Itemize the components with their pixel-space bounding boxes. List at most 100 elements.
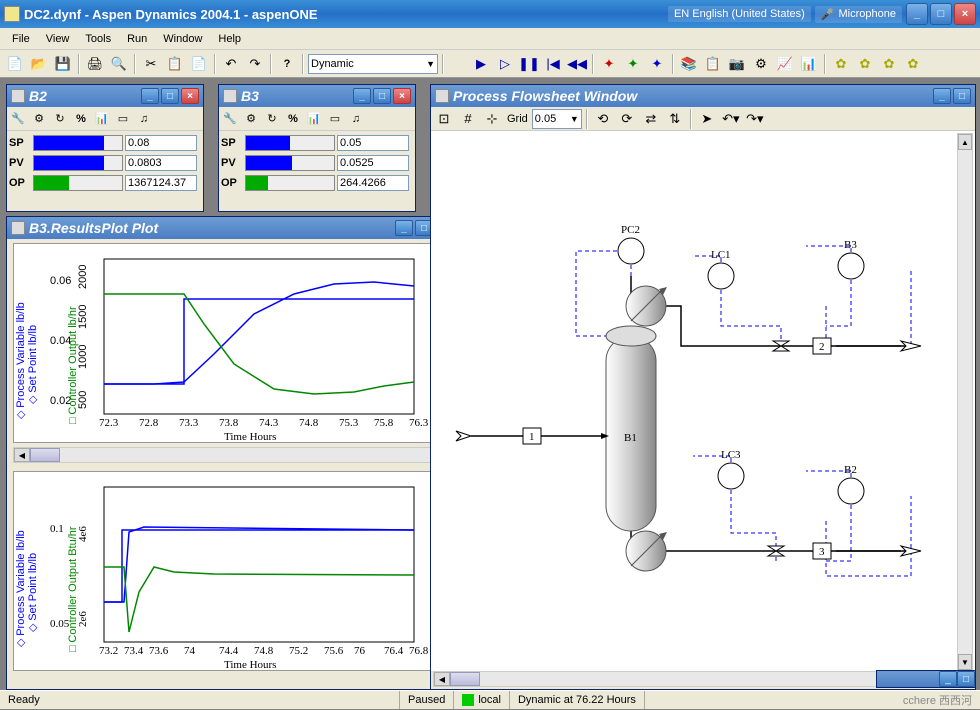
menu-view[interactable]: View: [38, 31, 78, 47]
minimize-button[interactable]: _: [906, 3, 928, 25]
grid-size-combo[interactable]: 0.05 ▼: [532, 109, 582, 129]
select-tool[interactable]: ⊡: [433, 108, 455, 130]
tune-button[interactable]: 🔧: [8, 109, 28, 129]
chart-button[interactable]: 📊: [798, 53, 820, 75]
music-button[interactable]: ♫: [134, 109, 154, 129]
open-button[interactable]: 📂: [28, 53, 50, 75]
undo-tool[interactable]: ↶▾: [720, 108, 742, 130]
op-bar[interactable]: [33, 175, 123, 191]
sp-value[interactable]: 0.08: [125, 135, 197, 151]
b3-close-button[interactable]: ×: [393, 88, 411, 104]
pause-button[interactable]: ❚❚: [518, 53, 540, 75]
feed-arrow-icon[interactable]: [456, 431, 471, 441]
menu-window[interactable]: Window: [155, 31, 210, 47]
lc3-controller[interactable]: [718, 463, 744, 489]
flowsheet-maximize-button[interactable]: □: [953, 88, 971, 104]
plot-titlebar[interactable]: B3.ResultsPlot Plot _ □ ×: [7, 217, 457, 239]
b2-controller[interactable]: [838, 478, 864, 504]
step-button[interactable]: ▷: [494, 53, 516, 75]
scroll-thumb[interactable]: [30, 448, 60, 462]
scroll-thumb[interactable]: [450, 672, 480, 686]
tool-button-4[interactable]: ⚙: [750, 53, 772, 75]
tool-button-3[interactable]: ✦: [646, 53, 668, 75]
flowsheet-minimize-button[interactable]: _: [933, 88, 951, 104]
tool-button-5[interactable]: ✿: [830, 53, 852, 75]
tool-button-2[interactable]: ✦: [622, 53, 644, 75]
scroll-left-icon[interactable]: ◀: [434, 672, 450, 686]
print-preview-button[interactable]: 🔍: [108, 53, 130, 75]
pointer-tool[interactable]: ➤: [696, 108, 718, 130]
close-button[interactable]: ×: [954, 3, 976, 25]
flip-h-button[interactable]: ⇄: [640, 108, 662, 130]
messages-button[interactable]: 📋: [702, 53, 724, 75]
print-button[interactable]: 🖨: [84, 53, 106, 75]
config-button[interactable]: ⚙: [29, 109, 49, 129]
menu-run[interactable]: Run: [119, 31, 155, 47]
sp-bar[interactable]: [33, 135, 123, 151]
rotate-right-button[interactable]: ⟳: [616, 108, 638, 130]
scroll-left-icon[interactable]: ◀: [14, 448, 30, 462]
rewind-start-button[interactable]: |◀: [542, 53, 564, 75]
grid-tool[interactable]: #: [457, 108, 479, 130]
column-b1-block[interactable]: [606, 326, 656, 531]
music-button[interactable]: ♫: [346, 109, 366, 129]
flowsheet-vscroll[interactable]: ▲ ▼: [957, 133, 973, 671]
save-button[interactable]: 💾: [52, 53, 74, 75]
run-button[interactable]: ▶: [470, 53, 492, 75]
undo-button[interactable]: ↶: [220, 53, 242, 75]
redo-tool[interactable]: ↷▾: [744, 108, 766, 130]
language-indicator[interactable]: EN English (United States): [668, 6, 811, 22]
plot-button[interactable]: 📈: [774, 53, 796, 75]
flowsheet-canvas[interactable]: 1 2 3: [431, 131, 975, 671]
auto-button[interactable]: ↻: [262, 109, 282, 129]
op-value[interactable]: 1367124.37: [125, 175, 197, 191]
whatsthis-button[interactable]: ?: [276, 53, 298, 75]
copy-button[interactable]: 📋: [164, 53, 186, 75]
tool-button-6[interactable]: ✿: [854, 53, 876, 75]
faceplate-button[interactable]: ▭: [325, 109, 345, 129]
menu-help[interactable]: Help: [210, 31, 249, 47]
scroll-down-icon[interactable]: ▼: [958, 654, 972, 670]
redo-button[interactable]: ↷: [244, 53, 266, 75]
flip-v-button[interactable]: ⇅: [664, 108, 686, 130]
run-mode-combo[interactable]: Dynamic ▼: [308, 54, 438, 74]
cut-button[interactable]: ✂: [140, 53, 162, 75]
paste-button[interactable]: 📄: [188, 53, 210, 75]
config-button[interactable]: ⚙: [241, 109, 261, 129]
tool-button-1[interactable]: ✦: [598, 53, 620, 75]
sp-bar[interactable]: [245, 135, 335, 151]
percent-button[interactable]: %: [283, 109, 303, 129]
snap-tool[interactable]: ⊹: [481, 108, 503, 130]
new-button[interactable]: 📄: [4, 53, 26, 75]
snapshot-button[interactable]: 📷: [726, 53, 748, 75]
auto-button[interactable]: ↻: [50, 109, 70, 129]
tune-button[interactable]: 🔧: [220, 109, 240, 129]
lc1-controller[interactable]: [708, 263, 734, 289]
b2-titlebar[interactable]: B2 _ □ ×: [7, 85, 203, 107]
b3-minimize-button[interactable]: _: [353, 88, 371, 104]
upper-plot[interactable]: ◇ Process Variable lb/lb ◇ Set Point lb/…: [13, 243, 433, 443]
b3-controller[interactable]: [838, 253, 864, 279]
pc2-controller[interactable]: [618, 238, 644, 264]
b2-close-button[interactable]: ×: [181, 88, 199, 104]
op-value[interactable]: 264.4266: [337, 175, 409, 191]
tool-button-8[interactable]: ✿: [902, 53, 924, 75]
restore-button[interactable]: _: [939, 671, 957, 687]
plot-minimize-button[interactable]: _: [395, 220, 413, 236]
faceplate-button[interactable]: ▭: [113, 109, 133, 129]
tool-button-7[interactable]: ✿: [878, 53, 900, 75]
lower-plot[interactable]: ◇ Process Variable lb/lb ◇ Set Point lb/…: [13, 471, 433, 671]
b2-maximize-button[interactable]: □: [161, 88, 179, 104]
b3-titlebar[interactable]: B3 _ □ ×: [219, 85, 415, 107]
rotate-left-button[interactable]: ⟲: [592, 108, 614, 130]
rewind-button[interactable]: ◀◀: [566, 53, 588, 75]
plot-button[interactable]: 📊: [304, 109, 324, 129]
b3-maximize-button[interactable]: □: [373, 88, 391, 104]
scroll-up-icon[interactable]: ▲: [958, 134, 972, 150]
sp-value[interactable]: 0.05: [337, 135, 409, 151]
minimized-window[interactable]: _ □: [876, 670, 976, 688]
microphone-indicator[interactable]: 🎤Microphone: [815, 6, 902, 23]
percent-button[interactable]: %: [71, 109, 91, 129]
menu-tools[interactable]: Tools: [77, 31, 119, 47]
maximize-button[interactable]: □: [930, 3, 952, 25]
